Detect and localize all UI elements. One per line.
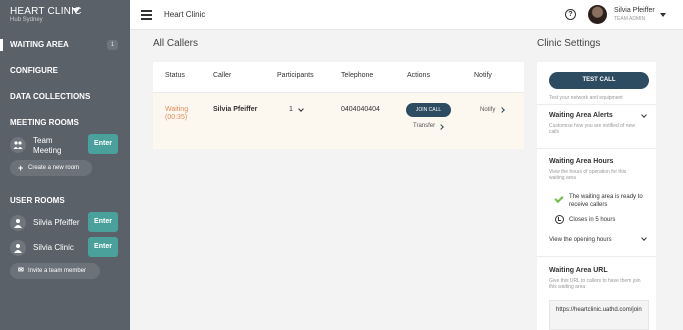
status-text: Waiting — [165, 106, 189, 113]
user-room-enter-button[interactable]: Enter — [88, 212, 118, 232]
alerts-title[interactable]: Waiting Area Alerts — [549, 112, 613, 119]
meeting-room-row: Team Meeting Enter — [10, 134, 120, 156]
test-call-button[interactable]: TEST CALL — [549, 72, 649, 89]
join-call-button[interactable]: JOIN CALL — [406, 103, 451, 117]
page-title: Heart Clinic — [164, 10, 206, 19]
user-room-row: Silvia Clinic Enter — [10, 237, 120, 259]
plus-icon: + — [18, 163, 24, 173]
top-bar: Heart Clinic ? Silvia Pfeiffer TEAM ADMI… — [130, 0, 683, 30]
user-rooms-title: USER ROOMS — [10, 196, 65, 205]
hub-name: Hub Sydney — [10, 17, 43, 23]
nav-waiting-area[interactable]: WAITING AREA 1 — [0, 36, 130, 54]
wait-time: (00:35) — [165, 114, 188, 121]
user-icon — [10, 215, 26, 231]
create-room-button[interactable]: + Create a new room — [10, 160, 92, 176]
url-description: Give this URL to callers to have them jo… — [549, 278, 641, 290]
notify-link[interactable]: Notify — [480, 107, 495, 113]
test-call-description: Test your network and equipment — [549, 95, 623, 101]
url-title: Waiting Area URL — [549, 267, 608, 274]
caller-name: Silvia Pfeiffer — [213, 106, 258, 113]
divider — [537, 148, 656, 149]
user-room-name: Silvia Pfeiffer — [33, 218, 80, 227]
alerts-chevron-down-icon[interactable] — [641, 112, 647, 118]
user-icon — [10, 240, 26, 256]
user-room-name: Silvia Clinic — [33, 243, 74, 252]
caller-status: Waiting (00:35) — [165, 106, 188, 122]
participants-count[interactable]: 1 — [289, 106, 293, 113]
divider — [537, 256, 656, 257]
divider — [537, 104, 656, 105]
caller-telephone: 0404040404 — [341, 106, 380, 113]
hours-description: View the hours of operation for this wai… — [549, 169, 627, 181]
hours-title: Waiting Area Hours — [549, 158, 614, 165]
table-row-background — [153, 92, 524, 149]
settings-title: Clinic Settings — [537, 38, 601, 49]
user-room-row: Silvia Pfeiffer Enter — [10, 212, 120, 234]
waiting-count-badge: 1 — [107, 40, 118, 50]
user-menu-chevron-down-icon[interactable] — [660, 13, 666, 17]
clinic-settings-panel: TEST CALL Test your network and equipmen… — [537, 62, 656, 330]
avatar[interactable] — [588, 5, 607, 24]
user-role: TEAM ADMIN — [614, 16, 646, 22]
create-room-label: Create a new room — [28, 165, 80, 171]
view-opening-hours-link[interactable]: View the opening hours — [549, 236, 633, 244]
nav-configure[interactable]: CONFIGURE — [0, 62, 130, 80]
opening-hours-chevron-down-icon[interactable] — [641, 235, 647, 241]
mail-icon: ✉ — [18, 267, 24, 274]
meeting-rooms-title: MEETING ROOMS — [10, 118, 79, 127]
waiting-area-url-field[interactable]: https://heartclinic.uathd.com/join — [549, 300, 649, 330]
invite-member-button[interactable]: ✉ Invite a team member — [10, 263, 100, 279]
check-icon — [554, 193, 564, 204]
alerts-description: Customise how you are notified of new ca… — [549, 123, 635, 135]
user-room-enter-button[interactable]: Enter — [88, 237, 118, 257]
hours-ready-status: The waiting area is ready to receive cal… — [569, 194, 643, 208]
meeting-room-enter-button[interactable]: Enter — [88, 134, 118, 154]
nav-data-collections[interactable]: DATA COLLECTIONS — [0, 88, 130, 106]
nav-waiting-area-label: WAITING AREA — [10, 40, 69, 49]
user-name[interactable]: Silvia Pfeiffer — [614, 7, 655, 14]
sidebar: HEART CLINIC Hub Sydney WAITING AREA 1 C… — [0, 0, 130, 330]
table-row: Waiting (00:35) Silvia Pfeiffer 1 040404… — [153, 62, 524, 149]
invite-member-label: Invite a team member — [28, 268, 87, 274]
hours-closes: Closes in 5 hours — [569, 217, 616, 223]
menu-icon[interactable] — [141, 10, 152, 20]
group-icon — [10, 137, 26, 153]
transfer-link[interactable]: Transfer — [413, 123, 435, 129]
meeting-room-name: Team Meeting — [33, 136, 62, 155]
clinic-name[interactable]: HEART CLINIC — [10, 6, 82, 17]
clock-icon — [555, 215, 564, 224]
main-title: All Callers — [153, 38, 199, 49]
clinic-switch-caret-icon[interactable] — [72, 8, 80, 13]
help-icon[interactable]: ? — [565, 9, 576, 20]
